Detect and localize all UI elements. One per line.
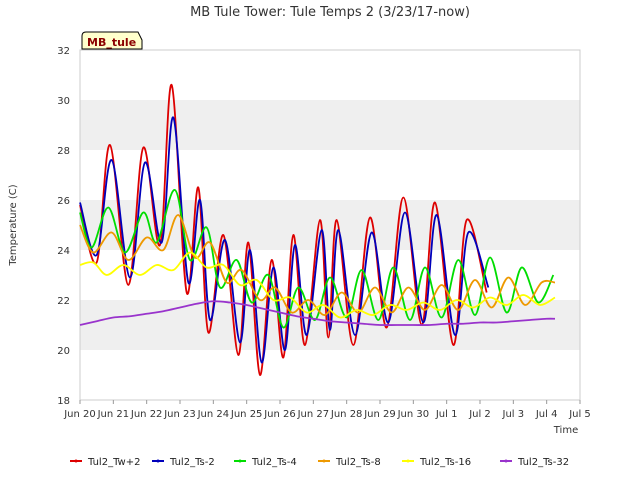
legend-label: Tul2_Ts-8 (335, 457, 381, 468)
legend-label: Tul2_Ts-4 (251, 457, 297, 468)
x-tick-label: Jul 5 (568, 409, 591, 420)
x-tick-label: Jun 26 (263, 409, 296, 420)
legend-marker (74, 459, 78, 463)
y-tick-label: 28 (57, 146, 70, 157)
y-tick-label: 20 (57, 346, 70, 357)
x-tick-label: Jun 23 (163, 409, 196, 420)
y-axis: 18 20 22 24 26 28 30 32 (57, 46, 70, 407)
y-tick-label: 26 (57, 196, 70, 207)
y-axis-title: Temperature (C) (8, 184, 19, 266)
x-tick-label: Jul 2 (468, 409, 491, 420)
legend-label: Tul2_Ts-2 (169, 457, 215, 468)
legend-marker (406, 459, 410, 463)
legend-marker (238, 459, 242, 463)
y-tick-label: 18 (57, 396, 70, 407)
x-tick-label: Jun 28 (330, 409, 363, 420)
x-tick-label: Jul 4 (535, 409, 558, 420)
x-tick-label: Jun 30 (397, 409, 430, 420)
y-tick-label: 30 (57, 96, 70, 107)
y-tick-label: 24 (57, 246, 70, 257)
x-tick-label: Jun 22 (130, 409, 163, 420)
y-tick-label: 22 (57, 296, 70, 307)
x-tick-label: Jun 27 (297, 409, 330, 420)
chart: MB Tule Tower: Tule Temps 2 (3/23/17-now… (8, 5, 591, 468)
chart-title: MB Tule Tower: Tule Temps 2 (3/23/17-now… (190, 5, 470, 20)
legend-label: Tul2_Ts-32 (517, 457, 569, 468)
station-badge: MB_tule (81, 31, 143, 50)
x-axis: Jun 20 Jun 21 Jun 22 Jun 23 Jun 24 Jun 25 Jun … (63, 400, 591, 420)
badge-label: MB_tule (87, 36, 136, 49)
legend-marker (322, 459, 326, 463)
x-axis-title: Time (553, 425, 578, 436)
legend-label: Tul2_Ts-16 (419, 457, 471, 468)
x-tick-label: Jun 20 (63, 409, 96, 420)
y-tick-label: 32 (57, 46, 70, 57)
legend: Tul2_Tw+2 Tul2_Ts-2 Tul2_Ts-4 Tul2_Ts-8 Tul2… (70, 457, 569, 468)
x-tick-label: Jun 25 (230, 409, 263, 420)
legend-marker (504, 459, 508, 463)
x-tick-label: Jul 1 (435, 409, 458, 420)
legend-label: Tul2_Tw+2 (87, 457, 140, 468)
x-tick-label: Jun 24 (197, 409, 230, 420)
x-tick-label: Jun 29 (363, 409, 396, 420)
x-tick-label: Jun 21 (97, 409, 130, 420)
x-tick-label: Jul 3 (502, 409, 525, 420)
legend-marker (156, 459, 160, 463)
grid-band (80, 100, 580, 150)
